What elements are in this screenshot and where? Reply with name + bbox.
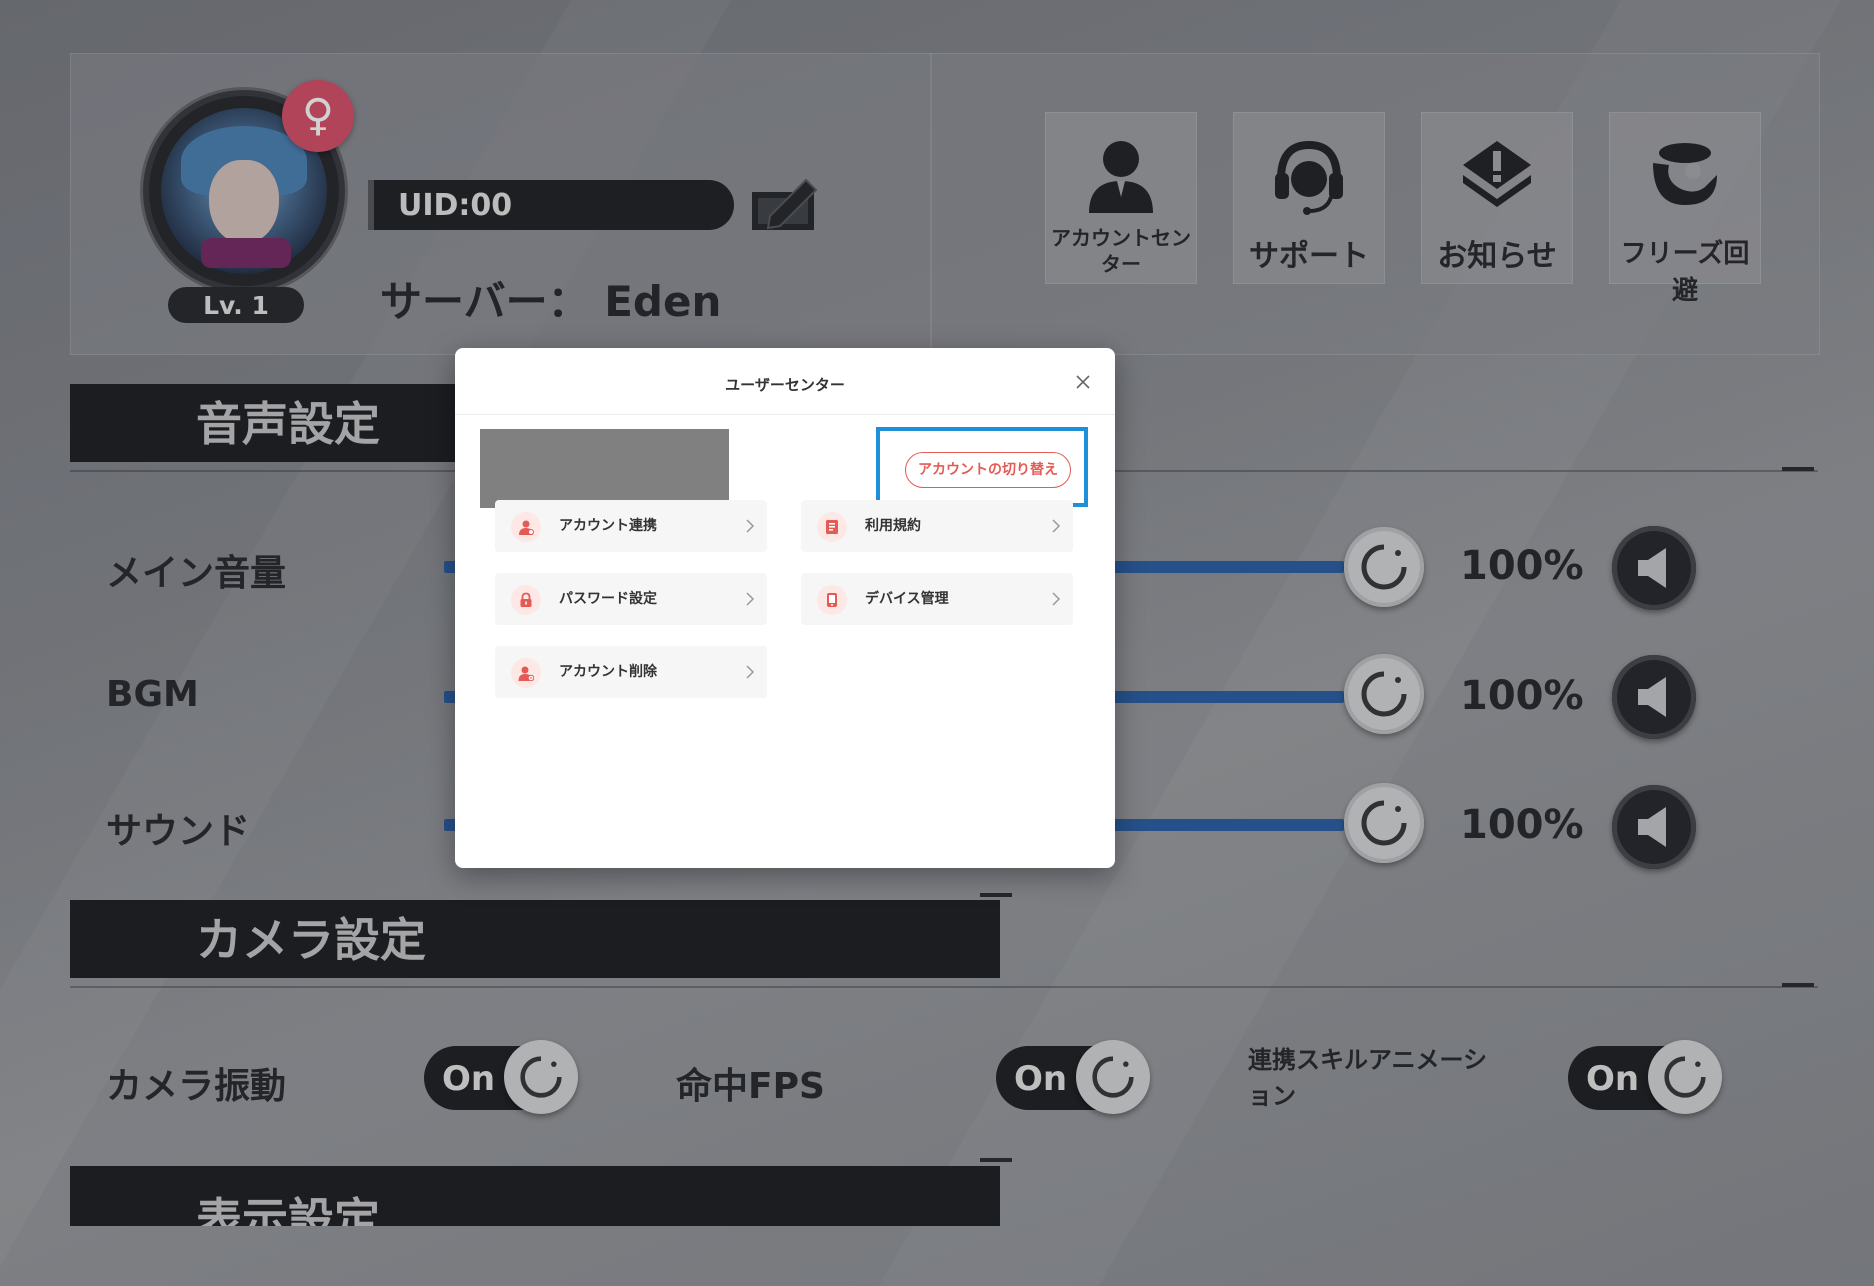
menu-item-label: アカウント削除 <box>559 664 657 680</box>
menu-item-label: 利用規約 <box>865 518 921 534</box>
menu-item-terms[interactable]: 利用規約 <box>801 500 1073 552</box>
switch-account-button[interactable]: アカウントの切り替え <box>905 452 1071 488</box>
device-icon <box>817 585 847 615</box>
user-link-icon <box>511 512 541 542</box>
menu-item-label: デバイス管理 <box>865 591 949 607</box>
menu-item-account-delete[interactable]: アカウント削除 <box>495 646 767 698</box>
modal-title: ユーザーセンター <box>725 376 845 394</box>
user-center-modal: ユーザーセンター アカウントの切り替え アカウント連携 利用規約 パスワード設定… <box>455 348 1115 868</box>
modal-divider <box>455 414 1115 415</box>
lock-icon <box>511 585 541 615</box>
menu-item-device[interactable]: デバイス管理 <box>801 573 1073 625</box>
menu-item-label: パスワード設定 <box>559 591 657 607</box>
close-icon[interactable] <box>1071 370 1095 394</box>
chevron-right-icon <box>746 519 755 533</box>
terms-icon <box>817 512 847 542</box>
menu-item-account-link[interactable]: アカウント連携 <box>495 500 767 552</box>
menu-item-label: アカウント連携 <box>559 518 657 534</box>
chevron-right-icon <box>1052 592 1061 606</box>
chevron-right-icon <box>746 665 755 679</box>
chevron-right-icon <box>746 592 755 606</box>
menu-item-password[interactable]: パスワード設定 <box>495 573 767 625</box>
chevron-right-icon <box>1052 519 1061 533</box>
account-info-redacted <box>480 429 729 508</box>
user-delete-icon <box>511 658 541 688</box>
